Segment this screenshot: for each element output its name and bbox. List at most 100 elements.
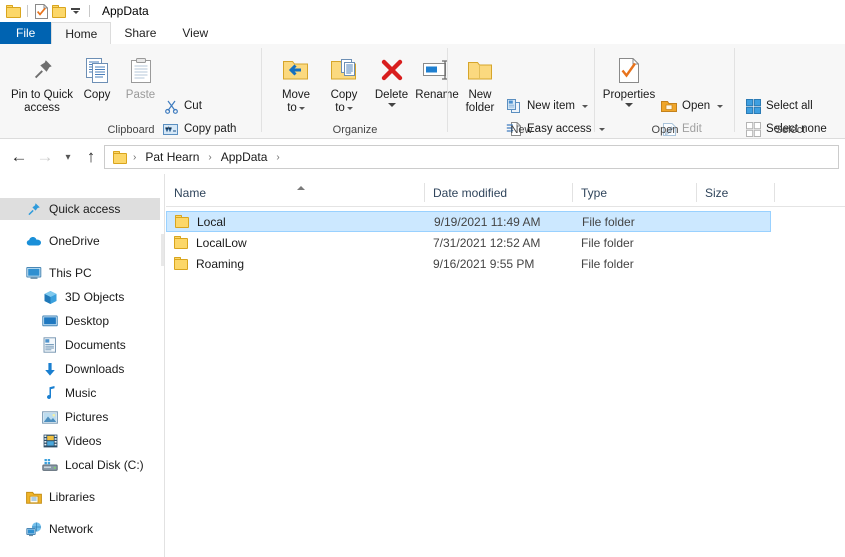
sidebar-item-downloads[interactable]: Downloads — [42, 358, 124, 380]
forward-button[interactable]: → — [32, 144, 58, 170]
select-all-button[interactable]: Select all — [745, 98, 813, 114]
desktop-icon — [42, 313, 58, 329]
pane-splitter[interactable] — [160, 174, 165, 557]
file-list-view: Name Date modified Type Size Local 9/19/… — [166, 174, 845, 557]
move-to-caret-icon[interactable] — [299, 107, 305, 110]
sidebar-item-documents[interactable]: Documents — [42, 334, 126, 356]
address-folder-icon — [113, 151, 127, 164]
group-label-open: Open — [595, 124, 735, 136]
new-item-caret-icon[interactable] — [582, 105, 588, 108]
column-header-size[interactable]: Size — [697, 180, 775, 206]
sidebar-item-3d-objects[interactable]: 3D Objects — [42, 286, 124, 308]
table-row[interactable]: Local 9/19/2021 11:49 AM File folder — [166, 211, 771, 232]
paste-icon — [129, 54, 153, 86]
sidebar-item-onedrive[interactable]: OneDrive — [26, 230, 100, 252]
sidebar-item-quick-access[interactable]: Quick access — [0, 198, 160, 220]
column-header-name[interactable]: Name — [166, 180, 425, 206]
up-button[interactable]: ↑ — [78, 144, 104, 170]
sidebar-item-music[interactable]: Music — [42, 382, 96, 404]
tab-home[interactable]: Home — [51, 22, 111, 44]
pin-star-icon — [26, 201, 42, 217]
column-divider-size[interactable] — [774, 183, 775, 202]
new-item-label: New item — [527, 100, 575, 112]
column-header-name-label: Name — [174, 186, 206, 200]
cut-button[interactable]: Cut — [163, 98, 202, 114]
copy-to-button[interactable]: Copy to — [320, 54, 368, 115]
ribbon-group-new: New folder New item — [448, 44, 595, 138]
sidebar-item-network[interactable]: Network — [26, 518, 93, 540]
sidebar-item-this-pc[interactable]: This PC — [26, 262, 92, 284]
pin-to-quick-access-button[interactable]: Pin to Quick access — [8, 54, 76, 115]
copy-button[interactable]: Copy — [76, 54, 118, 102]
ribbon-group-organize: Move to Copy to — [262, 44, 448, 138]
title-bar: AppData — [0, 0, 845, 22]
properties-button[interactable]: Properties — [599, 54, 659, 107]
table-row[interactable]: Roaming 9/16/2021 9:55 PM File folder — [166, 253, 771, 274]
breadcrumb-bar[interactable]: › Pat Hearn › AppData › — [104, 145, 839, 169]
sidebar-label-documents: Documents — [65, 338, 126, 352]
qat-divider — [27, 5, 28, 17]
properties-icon[interactable] — [33, 3, 50, 20]
customize-qat-icon[interactable] — [67, 3, 84, 20]
recent-locations-button[interactable]: ▾ — [58, 144, 78, 170]
file-type-cell: File folder — [581, 257, 634, 271]
sidebar-label-3d-objects: 3D Objects — [65, 290, 124, 304]
qat-divider-2 — [89, 5, 90, 17]
move-to-line2: to — [287, 102, 297, 115]
group-label-select: Select — [735, 124, 845, 136]
open-button[interactable]: Open — [661, 98, 723, 114]
copy-to-caret-icon[interactable] — [347, 107, 353, 110]
sidebar-item-libraries[interactable]: Libraries — [26, 486, 95, 508]
open-caret-icon[interactable] — [717, 105, 723, 108]
sidebar-item-videos[interactable]: Videos — [42, 430, 101, 452]
delete-button[interactable]: Delete — [370, 54, 413, 107]
breadcrumb-item-appdata[interactable]: AppData — [216, 148, 273, 166]
sidebar-label-local-disk-c: Local Disk (C:) — [65, 458, 144, 472]
splitter-grip[interactable] — [161, 234, 164, 266]
quick-access-toolbar: AppData — [0, 3, 149, 20]
folder-icon — [174, 236, 188, 249]
table-row[interactable]: LocalLow 7/31/2021 12:52 AM File folder — [166, 232, 771, 253]
new-item-icon — [506, 98, 522, 114]
file-date-modified-cell: 9/16/2021 9:55 PM — [433, 257, 534, 271]
file-name-label: LocalLow — [196, 236, 247, 250]
column-header-date-modified[interactable]: Date modified — [425, 180, 573, 206]
tab-share[interactable]: Share — [111, 22, 169, 44]
tab-view[interactable]: View — [169, 22, 221, 44]
column-header-underline — [166, 206, 845, 207]
ribbon: Pin to Quick access Copy — [0, 44, 845, 139]
breadcrumb-item-pat-hearn[interactable]: Pat Hearn — [140, 148, 204, 166]
move-to-line1: Move — [282, 89, 310, 102]
tab-file[interactable]: File — [0, 22, 51, 44]
new-folder-icon[interactable] — [50, 3, 67, 20]
back-button[interactable]: ← — [6, 144, 32, 170]
breadcrumb-separator-2[interactable]: › — [274, 152, 281, 163]
column-header-type[interactable]: Type — [573, 180, 697, 206]
group-label-new: New — [448, 124, 595, 136]
ribbon-group-select: Select all Select none — [735, 44, 845, 138]
paste-button[interactable]: Paste — [118, 54, 163, 102]
new-item-button[interactable]: New item — [506, 98, 588, 114]
breadcrumb-separator-1[interactable]: › — [206, 152, 213, 163]
cloud-icon — [26, 233, 42, 249]
properties-caret-icon[interactable] — [625, 103, 633, 107]
open-label: Open — [682, 100, 710, 112]
move-to-button[interactable]: Move to — [272, 54, 320, 115]
sidebar-item-pictures[interactable]: Pictures — [42, 406, 108, 428]
sidebar-label-downloads: Downloads — [65, 362, 124, 376]
file-name-label: Roaming — [196, 257, 244, 271]
sidebar-label-this-pc: This PC — [49, 266, 92, 280]
delete-caret-icon[interactable] — [388, 103, 396, 107]
copy-label: Copy — [84, 89, 111, 102]
folder-icon — [175, 215, 189, 228]
sidebar-label-libraries: Libraries — [49, 490, 95, 504]
paste-label: Paste — [126, 89, 155, 102]
sidebar-item-local-disk-c[interactable]: Local Disk (C:) — [42, 454, 144, 476]
file-date-modified-cell: 9/19/2021 11:49 AM — [434, 215, 541, 229]
file-name-cell: LocalLow — [174, 236, 247, 250]
system-folder-icon[interactable] — [5, 3, 22, 20]
sidebar-item-desktop[interactable]: Desktop — [42, 310, 109, 332]
sidebar-label-pictures: Pictures — [65, 410, 108, 424]
new-folder-button[interactable]: New folder — [454, 54, 506, 115]
folder-icon — [174, 257, 188, 270]
